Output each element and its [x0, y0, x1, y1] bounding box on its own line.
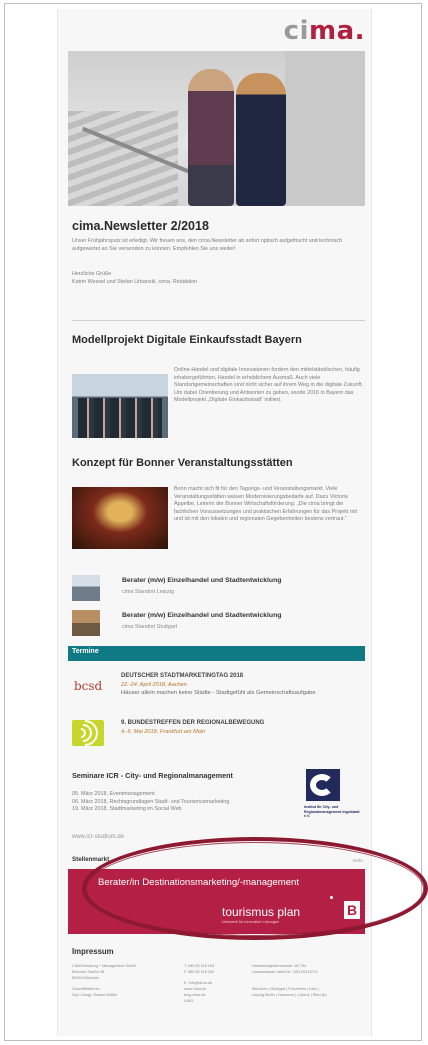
article-text-bonner-veranstaltungsstaetten: Bonn macht sich fit für den Tagungs- und…	[174, 486, 358, 523]
cima-logo[interactable]: cima.	[284, 16, 365, 46]
tourismus-plan-mark: B	[344, 901, 360, 919]
article-image-digitale-einkaufsstadt[interactable]	[72, 374, 168, 438]
newsletter-content: cima. cima.Newsletter 2/2018 Unser Frühj…	[66, 9, 365, 1036]
article-image-bonner-veranstaltungsstaetten[interactable]	[72, 487, 168, 549]
list-item[interactable]: 19. März 2018, Stadtmarketing im Social …	[72, 806, 294, 814]
icr-website-link[interactable]: www.icr-studium.de	[72, 834, 124, 840]
seminar-list: 05. März 2018, Eventmanagement 06. März …	[72, 791, 294, 814]
seminars-title: Seminare ICR - City- und Regionalmanagem…	[72, 771, 233, 780]
tourismus-plan-logo: tourismus plan	[222, 905, 301, 919]
job-banner-destinationsmarketing[interactable]: Berater/in Destinationsmarketing/-manage…	[68, 869, 365, 934]
article-title-bonner-veranstaltungsstaetten[interactable]: Konzept für Bonner Veranstaltungsstätten	[72, 457, 293, 469]
newsletter-intro: Unser Frühjahrsputz ist erledigt. Wir fr…	[72, 238, 342, 252]
job-thumbnail-leipzig	[72, 575, 100, 601]
newsletter-greeting: Herzliche Grüße Katrin Wessel und Stefan…	[72, 271, 198, 285]
divider	[72, 320, 365, 321]
newsletter-title: cima.Newsletter 2/2018	[72, 219, 209, 233]
article-text-digitale-einkaufsstadt: Online-Handel und digitale Innovationen …	[174, 367, 363, 404]
impressum-registration: Handelsregisternummer: 85 794 Umsatzsteu…	[252, 964, 327, 997]
list-item[interactable]: 05. März 2018, Eventmanagement	[72, 791, 294, 799]
regionalbewegung-arcs-icon	[66, 714, 104, 752]
list-item[interactable]: 06. März 2018, Rechtsgrundlagen Stadt- u…	[72, 799, 294, 807]
job-listing[interactable]: Berater (m/w) Einzelhandel und Stadtentw…	[72, 610, 365, 638]
xing-link[interactable]: XING	[184, 999, 244, 1005]
newsletter-page: cima. cima.Newsletter 2/2018 Unser Frühj…	[57, 9, 372, 1036]
impressum-title: Impressum	[72, 947, 114, 956]
article-title-digitale-einkaufsstadt[interactable]: Modellprojekt Digitale Einkaufsstadt Bay…	[72, 334, 302, 346]
termine-section-header: Termine	[68, 646, 365, 661]
job-thumbnail-stuttgart	[72, 610, 100, 636]
impressum-contact: T. 089 55 118 154 F. 089 55 118 250 E. i…	[184, 964, 244, 1005]
hero-image	[68, 51, 365, 206]
bcsd-logo: bcsd	[74, 679, 103, 693]
icr-logo[interactable]: Institut für City- und Regionalmanagemen…	[304, 767, 360, 823]
stellenmarkt-more-link[interactable]: mehr	[353, 858, 363, 863]
job-listing[interactable]: Berater (m/w) Einzelhandel und Stadtentw…	[72, 575, 365, 603]
stellenmarkt-title: Stellenmarkt	[72, 856, 110, 863]
impressum-address: CIMA Beratung + Management GmbH Brienner…	[72, 964, 137, 997]
